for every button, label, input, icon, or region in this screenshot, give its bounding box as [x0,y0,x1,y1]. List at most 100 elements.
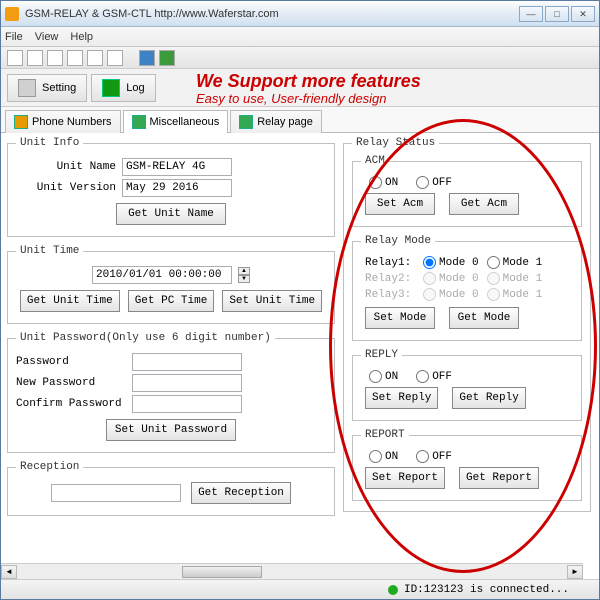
toolbar [1,47,599,69]
unit-version-label: Unit Version [16,182,116,194]
set-mode-button[interactable]: Set Mode [365,307,435,329]
toolbar-open-icon[interactable] [27,50,43,66]
log-icon [102,79,120,97]
wrench-icon [18,79,36,97]
log-tab-label: Log [126,82,144,94]
time-spinner[interactable]: ▲▼ [238,267,250,283]
reply-on-label: ON [385,371,398,383]
scroll-thumb[interactable] [182,566,262,578]
toolbar-clear-icon[interactable] [107,50,123,66]
acm-group: ACM ON OFF Set Acm Get Acm [352,155,582,227]
new-password-field[interactable] [132,374,242,392]
relay2-mode0-radio [423,272,436,285]
scroll-left-button[interactable]: ◄ [1,565,17,579]
relay-status-group: Relay Status ACM ON OFF Set Acm Get Acm … [343,137,591,512]
toolbar-new-icon[interactable] [7,50,23,66]
relay1-label: Relay1: [365,257,415,269]
tab-miscellaneous[interactable]: Miscellaneous [123,110,229,133]
reply-off-radio[interactable] [416,370,429,383]
unit-info-group: Unit Info Unit Name Unit Version Get Uni… [7,137,335,237]
relay3-label: Relay3: [365,289,415,301]
acm-on-label: ON [385,177,398,189]
set-unit-password-button[interactable]: Set Unit Password [106,419,236,441]
reply-on-radio[interactable] [369,370,382,383]
reply-off-label: OFF [432,371,452,383]
get-unit-name-button[interactable]: Get Unit Name [116,203,226,225]
toolbar-save-icon[interactable] [47,50,63,66]
scroll-track[interactable] [17,565,567,579]
report-on-radio[interactable] [369,450,382,463]
get-reception-button[interactable]: Get Reception [191,482,291,504]
set-acm-button[interactable]: Set Acm [365,193,435,215]
toolbar-connect-icon[interactable] [139,50,155,66]
toolbar-print-icon[interactable] [67,50,83,66]
menubar: File View Help [1,27,599,47]
relay3-mode0-label: Mode 0 [439,289,479,301]
set-unit-time-button[interactable]: Set Unit Time [222,290,322,312]
unit-name-label: Unit Name [16,161,116,173]
reception-field[interactable] [51,484,181,502]
get-reply-button[interactable]: Get Reply [452,387,525,409]
phone-icon [14,115,28,129]
log-tab[interactable]: Log [91,74,155,102]
content-area: Unit Info Unit Name Unit Version Get Uni… [1,133,599,579]
set-reply-button[interactable]: Set Reply [365,387,438,409]
tab-phone-label: Phone Numbers [32,116,112,128]
relay2-label: Relay2: [365,273,415,285]
minimize-button[interactable]: — [519,6,543,22]
report-off-radio[interactable] [416,450,429,463]
horizontal-scrollbar[interactable]: ◄ ► [1,563,583,579]
relay1-mode0-radio[interactable] [423,256,436,269]
new-password-label: New Password [16,377,126,389]
toolbar-device-icon[interactable] [87,50,103,66]
get-unit-time-button[interactable]: Get Unit Time [20,290,120,312]
unit-time-legend: Unit Time [16,245,83,257]
relay3-mode0-radio [423,288,436,301]
acm-on-radio[interactable] [369,176,382,189]
scroll-right-button[interactable]: ► [567,565,583,579]
menu-help[interactable]: Help [70,31,93,43]
unit-password-group: Unit Password(Only use 6 digit number) P… [7,332,335,453]
relay2-mode1-radio [487,272,500,285]
marketing-text-2: Easy to use, User-friendly design [196,91,387,106]
tab-relay-label: Relay page [257,116,313,128]
report-legend: REPORT [361,429,409,441]
set-report-button[interactable]: Set Report [365,467,445,489]
unit-password-legend: Unit Password(Only use 6 digit number) [16,332,275,344]
unit-time-field[interactable] [92,266,232,284]
setting-tab-label: Setting [42,82,76,94]
acm-off-label: OFF [432,177,452,189]
relay-icon [239,115,253,129]
menu-file[interactable]: File [5,31,23,43]
maximize-button[interactable]: □ [545,6,569,22]
password-field[interactable] [132,353,242,371]
status-text: ID:123123 is connected... [404,584,569,596]
get-mode-button[interactable]: Get Mode [449,307,519,329]
right-column: Relay Status ACM ON OFF Set Acm Get Acm … [343,137,591,520]
get-acm-button[interactable]: Get Acm [449,193,519,215]
main-tabs: Setting Log We Support more features Eas… [1,69,599,107]
toolbar-globe-icon[interactable] [159,50,175,66]
menu-view[interactable]: View [35,31,59,43]
confirm-password-label: Confirm Password [16,398,126,410]
left-column: Unit Info Unit Name Unit Version Get Uni… [7,137,335,524]
unit-name-field[interactable] [122,158,232,176]
confirm-password-field[interactable] [132,395,242,413]
acm-off-radio[interactable] [416,176,429,189]
get-report-button[interactable]: Get Report [459,467,539,489]
report-off-label: OFF [432,451,452,463]
tab-relay-page[interactable]: Relay page [230,110,322,133]
reception-legend: Reception [16,461,83,473]
statusbar: ID:123123 is connected... [1,579,599,599]
relay1-mode1-label: Mode 1 [503,257,543,269]
relay1-mode1-radio[interactable] [487,256,500,269]
password-label: Password [16,356,126,368]
get-pc-time-button[interactable]: Get PC Time [128,290,215,312]
relay-mode-group: Relay Mode Relay1: Mode 0 Mode 1 Relay2:… [352,235,582,341]
unit-version-field[interactable] [122,179,232,197]
window-title: GSM-RELAY & GSM-CTL http://www.Waferstar… [25,8,517,20]
unit-info-legend: Unit Info [16,137,83,149]
setting-tab[interactable]: Setting [7,74,87,102]
close-button[interactable]: ✕ [571,6,595,22]
tab-phone-numbers[interactable]: Phone Numbers [5,110,121,133]
